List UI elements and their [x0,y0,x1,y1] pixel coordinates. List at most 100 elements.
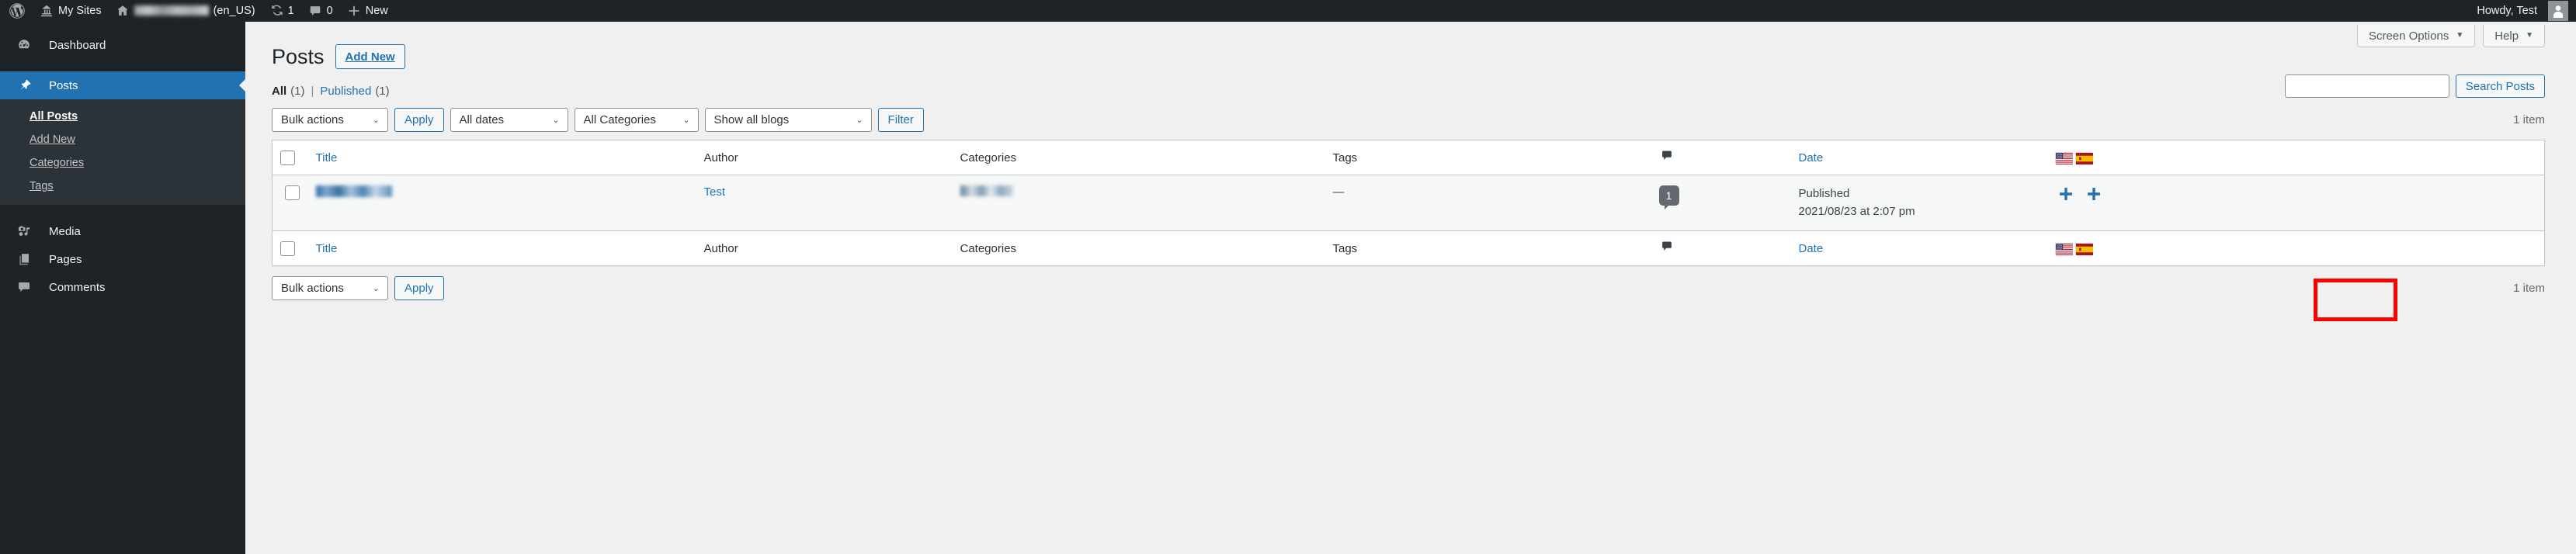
sidebar-item-label: Comments [49,280,106,294]
screen-options-button[interactable]: Screen Options ▼ [2356,25,2476,47]
pin-icon [16,78,49,93]
bulk-actions-select-top[interactable]: Bulk actions ⌄ [272,107,388,132]
select-all-footer[interactable] [272,230,308,266]
table-footer-row: Title Author Categories Tags Date [272,230,2545,266]
adminbar-my-sites[interactable]: My Sites [33,0,109,22]
update-icon [269,4,283,18]
media-camera-music-icon [16,223,49,239]
column-header-tags: Tags [1324,140,1651,176]
select-all-checkbox-bottom[interactable] [280,241,295,256]
multisite-icon [40,4,54,18]
sidebar-item-label: Media [49,224,81,238]
adminbar-comments[interactable]: 0 [301,0,340,22]
column-footer-title-link[interactable]: Title [316,242,338,255]
comment-count-badge[interactable]: 1 [1658,185,1679,210]
tablenav-bottom: Bulk actions ⌄ Apply 1 item [272,275,2545,300]
sidebar-item-media[interactable]: Media [0,217,245,245]
tablenav-actions-bottom: Bulk actions ⌄ Apply [272,275,444,300]
comment-bubble-icon [1659,239,1783,258]
cell-comments[interactable]: 1 [1651,175,1791,231]
column-footer-date-link[interactable]: Date [1799,242,1824,255]
column-footer-categories: Categories [952,230,1325,266]
translation-flags-footer [2054,242,2537,255]
plus-icon [347,4,361,18]
column-header-date-link[interactable]: Date [1799,151,1824,164]
post-date-text: 2021/08/23 at 2:07 pm [1798,204,1915,218]
adminbar-updates-count: 1 [287,5,294,17]
search-posts-button[interactable]: Search Posts [2455,74,2545,98]
sidebar-item-posts[interactable]: Posts [0,71,245,99]
sidebar-subitem-add-new[interactable]: Add New [0,128,245,151]
add-translation-es-es-plus-icon[interactable] [2085,185,2102,203]
posts-table-foot: Title Author Categories Tags Date [272,230,2545,266]
cell-author[interactable]: Test [696,175,953,231]
add-new-post-button[interactable]: Add New [335,44,405,70]
sidebar-item-pages[interactable]: Pages [0,245,245,273]
column-header-title-link[interactable]: Title [316,151,338,164]
adminbar-site-name[interactable]: (en_US) [109,0,262,22]
filter-link-published[interactable]: Published [320,85,371,98]
cell-categories[interactable] [952,175,1325,231]
posts-submenu: All Posts Add New Categories Tags [0,99,245,205]
blog-filter-select[interactable]: Show all blogs ⌄ [704,107,872,132]
translation-add-buttons [2055,185,2537,203]
select-all-header[interactable] [272,140,308,176]
column-footer-title[interactable]: Title [307,230,696,266]
comment-bubble-icon [16,279,49,295]
sidebar-item-dashboard[interactable]: Dashboard [0,31,245,59]
sidebar-item-label: Dashboard [49,38,106,52]
adminbar-greeting: Howdy, Test [2477,5,2537,17]
displaying-num-bottom: 1 item [2513,281,2545,295]
comment-bubble-icon [1659,148,1783,167]
filter-button[interactable]: Filter [877,107,924,132]
sidebar-subitem-tags[interactable]: Tags [0,175,245,198]
column-header-date[interactable]: Date [1790,140,2047,176]
adminbar-new-content[interactable]: New [340,0,395,22]
flag-spain-icon [2074,242,2093,255]
apply-bulk-action-button-top[interactable]: Apply [394,107,444,132]
apply-bulk-action-button-bottom[interactable]: Apply [394,275,444,300]
column-footer-date[interactable]: Date [1790,230,2047,266]
column-footer-comments [1651,230,1791,266]
filter-link-all-wrap: All (1) [272,85,305,98]
adminbar-wordpress-logo[interactable] [0,0,33,22]
translation-flags-header [2054,151,2537,164]
displaying-num-top: 1 item [2513,113,2545,126]
sidebar-subitem-categories[interactable]: Categories [0,151,245,175]
table-header-row: Title Author Categories Tags Date [272,140,2545,176]
chevron-down-icon: ⌄ [856,115,863,125]
table-row[interactable]: Test — 1 Published 2021/08/23 at 2:07 pm [272,175,2545,231]
filter-separator: | [311,85,314,99]
chevron-down-icon: ▼ [2526,31,2533,40]
chevron-down-icon: ▼ [2456,31,2464,40]
row-select-cell[interactable] [272,175,308,231]
cell-date: Published 2021/08/23 at 2:07 pm [1790,175,2047,231]
bulk-actions-select-bottom[interactable]: Bulk actions ⌄ [272,275,388,300]
filter-link-all[interactable]: All [272,85,286,98]
adminbar-site-locale: (en_US) [213,5,255,17]
filter-link-published-wrap: Published (1) [320,85,389,98]
column-header-comments [1651,140,1791,176]
help-button[interactable]: Help ▼ [2483,25,2545,47]
sidebar-item-comments[interactable]: Comments [0,273,245,301]
flag-spain-icon [2074,151,2093,164]
author-link[interactable]: Test [704,185,726,199]
flag-united-states-icon [2054,242,2073,255]
add-translation-en-us-plus-icon[interactable] [2057,185,2074,203]
cell-post-title[interactable] [307,175,696,231]
date-filter-select[interactable]: All dates ⌄ [450,107,568,132]
category-filter-select[interactable]: All Categories ⌄ [574,107,699,132]
adminbar-my-account[interactable]: Howdy, Test [2470,0,2576,22]
search-input[interactable] [2284,74,2449,98]
chevron-down-icon: ⌄ [372,115,380,125]
sidebar-item-label: Pages [49,252,82,266]
posts-table-head: Title Author Categories Tags Date [272,140,2545,176]
row-select-checkbox[interactable] [285,185,300,201]
sidebar-subitem-all-posts[interactable]: All Posts [0,105,245,128]
adminbar-updates[interactable]: 1 [262,0,301,22]
select-all-checkbox-top[interactable] [280,150,295,165]
sidebar-item-label: Posts [49,78,78,92]
column-header-translations [2047,140,2545,176]
help-label: Help [2494,29,2519,43]
column-header-title[interactable]: Title [307,140,696,176]
